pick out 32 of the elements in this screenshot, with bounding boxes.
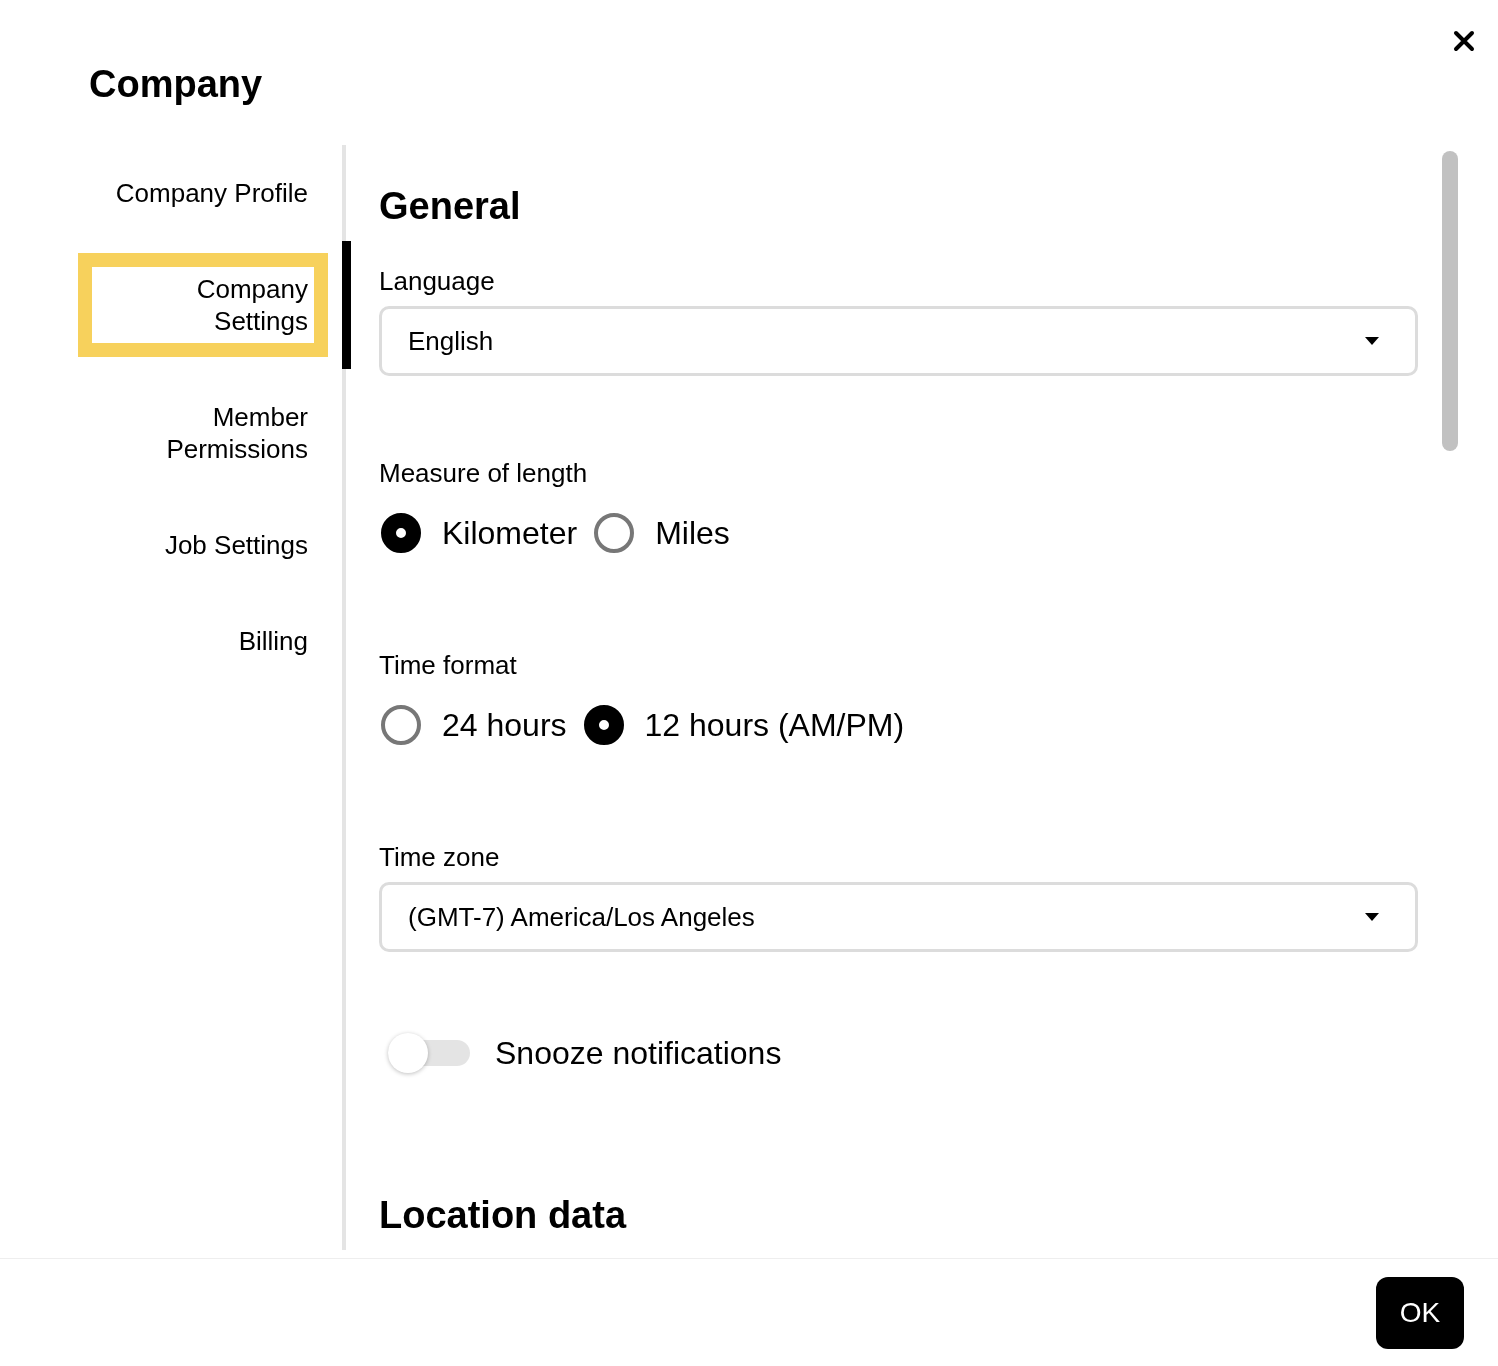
section-heading: General bbox=[379, 184, 522, 229]
dropdown[interactable]: English bbox=[379, 306, 1418, 376]
radio-button[interactable] bbox=[381, 513, 421, 553]
caret-icon bbox=[1365, 337, 1379, 345]
close-icon bbox=[1453, 30, 1475, 52]
sidebar-item[interactable]: Company Profile bbox=[78, 157, 328, 229]
radio-button[interactable] bbox=[594, 513, 635, 553]
sidebar-item[interactable]: Member Permissions bbox=[78, 381, 328, 485]
sidebar-item[interactable]: Company Settings bbox=[78, 253, 328, 357]
close-button[interactable] bbox=[1453, 30, 1475, 52]
scrollbar-thumb[interactable] bbox=[1442, 151, 1458, 451]
ok-button[interactable]: OK bbox=[1376, 1276, 1464, 1349]
radio-label[interactable]: Kilometer bbox=[442, 514, 578, 552]
section-heading: Location data bbox=[379, 1193, 628, 1238]
radio-label[interactable]: 12 hours (AM/PM) bbox=[644, 706, 905, 744]
caret-icon bbox=[1365, 913, 1379, 921]
sidebar-item[interactable]: Job Settings bbox=[78, 509, 328, 581]
dropdown-value: English bbox=[408, 325, 494, 357]
dropdown[interactable]: (GMT-7) America/Los Angeles bbox=[379, 882, 1418, 952]
radio-label[interactable]: 24 hours bbox=[442, 706, 567, 744]
field-label: Measure of length bbox=[379, 457, 589, 489]
radio-button[interactable] bbox=[583, 705, 624, 745]
field-label: Time zone bbox=[379, 841, 501, 873]
sidebar-item[interactable]: Billing bbox=[78, 605, 328, 677]
toggle-label: Snooze notifications bbox=[495, 1034, 782, 1072]
radio-button[interactable] bbox=[381, 705, 421, 745]
field-label: Language bbox=[379, 265, 496, 297]
dropdown-value: (GMT-7) America/Los Angeles bbox=[408, 901, 755, 933]
toggle-switch[interactable] bbox=[388, 1033, 470, 1073]
radio-label[interactable]: Miles bbox=[655, 514, 730, 552]
dialog-title: Company bbox=[89, 62, 264, 107]
field-label: Time format bbox=[379, 649, 518, 681]
